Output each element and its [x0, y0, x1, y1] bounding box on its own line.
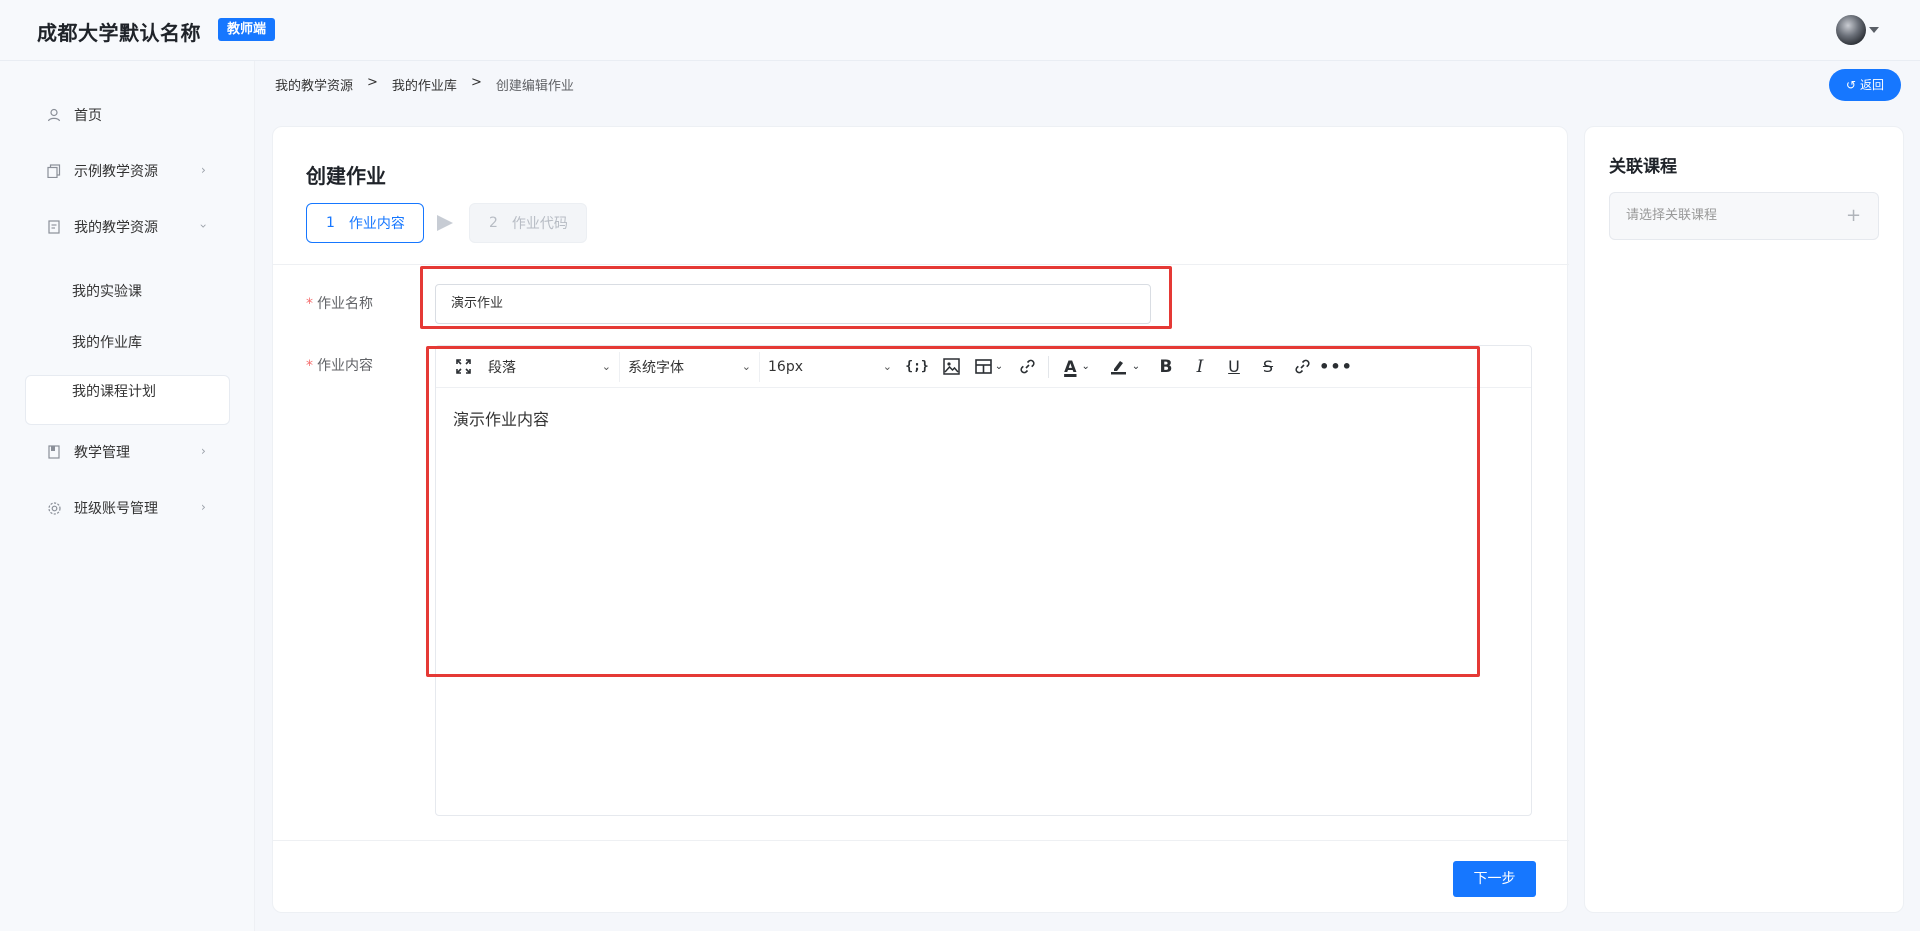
sidebar-item-my-resources[interactable]: 我的教学资源 › — [46, 215, 210, 239]
chevron-right-icon: › — [201, 500, 206, 514]
sidebar-item-label: 教学管理 — [74, 445, 130, 461]
content-label-text: 作业内容 — [317, 358, 373, 374]
required-mark: * — [306, 358, 313, 374]
plus-icon[interactable]: + — [1846, 193, 1861, 239]
next-step-button[interactable]: 下一步 — [1453, 861, 1536, 897]
top-bar: 成都大学默认名称 教师端 — [0, 0, 1920, 61]
sidebar-item-label: 示例教学资源 — [74, 164, 158, 180]
content-field-label: * 作业内容 — [306, 355, 373, 375]
sidebar-item-sample-resources[interactable]: 示例教学资源 › — [46, 159, 206, 183]
divider — [273, 264, 1569, 265]
breadcrumb: 我的教学资源 > 我的作业库 > 创建编辑作业 — [275, 75, 574, 94]
related-course-card: 关联课程 请选择关联课程 + — [1584, 126, 1904, 913]
gear-icon — [46, 500, 62, 516]
sidebar-subitem-homework-library[interactable]: 我的作业库 — [72, 332, 142, 352]
arrow-right-icon — [437, 215, 453, 231]
back-button-label: 返回 — [1859, 78, 1884, 92]
page-title: 创建作业 — [306, 164, 386, 188]
brand-name: 成都大学默认名称 — [37, 21, 201, 45]
name-field-label: * 作业名称 — [306, 293, 373, 313]
step-number: 1 — [326, 215, 335, 231]
sidebar-item-label: 班级账号管理 — [74, 501, 158, 517]
step-content[interactable]: 1 作业内容 — [306, 203, 424, 243]
step-label: 作业代码 — [511, 216, 568, 232]
back-button[interactable]: ↺ 返回 — [1829, 69, 1901, 101]
highlight-box — [420, 266, 1172, 329]
breadcrumb-separator: > — [470, 75, 482, 90]
step-code[interactable]: 2 作业代码 — [469, 203, 587, 243]
avatar[interactable] — [1836, 15, 1866, 45]
related-course-title: 关联课程 — [1609, 157, 1677, 177]
course-select[interactable]: 请选择关联课程 + — [1609, 192, 1879, 240]
step-number: 2 — [489, 215, 498, 231]
highlight-box — [426, 346, 1480, 677]
user-icon — [46, 107, 62, 123]
breadcrumb-item[interactable]: 我的教学资源 — [275, 75, 353, 94]
sidebar-item-home[interactable]: 首页 — [46, 103, 102, 127]
course-select-placeholder: 请选择关联课程 — [1626, 208, 1718, 223]
sidebar: 首页 示例教学资源 › 我的教学资源 › 我的实验课 我的作业库 我的课程计划 … — [0, 61, 255, 931]
chevron-right-icon: › — [201, 163, 206, 177]
book-icon — [46, 444, 62, 460]
sidebar-subitem-lab-courses[interactable]: 我的实验课 — [72, 281, 142, 301]
role-badge: 教师端 — [218, 18, 276, 41]
breadcrumb-separator: > — [367, 75, 378, 90]
sidebar-item-label: 我的教学资源 — [74, 220, 158, 236]
breadcrumb-item[interactable]: 我的作业库 — [392, 75, 457, 94]
copy-icon — [46, 163, 62, 179]
document-icon — [46, 219, 62, 235]
divider — [273, 840, 1569, 841]
chevron-right-icon: › — [201, 444, 206, 458]
step-label: 作业内容 — [348, 216, 405, 232]
undo-icon: ↺ — [1846, 78, 1857, 92]
sidebar-subitem-course-plan[interactable]: 我的课程计划 — [72, 381, 156, 401]
required-mark: * — [306, 296, 313, 312]
sidebar-item-teaching-management[interactable]: 教学管理 › — [46, 440, 206, 464]
breadcrumb-current: 创建编辑作业 — [495, 79, 574, 94]
name-label-text: 作业名称 — [317, 296, 373, 312]
chevron-down-icon: › — [196, 223, 211, 229]
sidebar-item-class-accounts[interactable]: 班级账号管理 › — [46, 496, 206, 520]
sidebar-item-label: 首页 — [74, 108, 102, 124]
caret-down-icon[interactable] — [1869, 27, 1879, 33]
